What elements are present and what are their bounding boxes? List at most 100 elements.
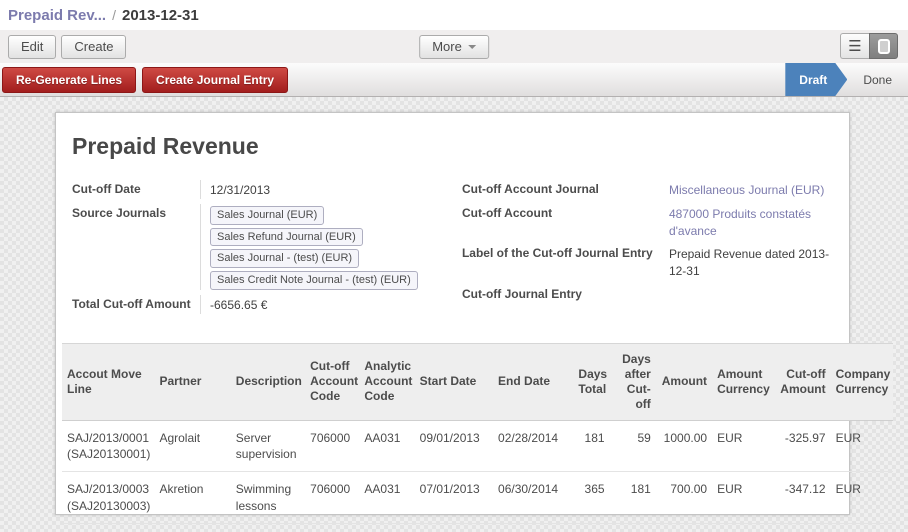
column-header: Company Currency bbox=[831, 343, 893, 420]
form-sheet: Prepaid Revenue Cut-off Date12/31/2013So… bbox=[55, 112, 850, 515]
more-button-label: More bbox=[432, 39, 462, 54]
field-label: Total Cut-off Amount bbox=[72, 295, 200, 314]
field-label: Cut-off Date bbox=[72, 180, 200, 199]
breadcrumb: Prepaid Rev... / 2013-12-31 bbox=[0, 0, 908, 30]
page-background: Prepaid Revenue Cut-off Date12/31/2013So… bbox=[0, 97, 908, 532]
field-value bbox=[660, 285, 833, 302]
table-cell: SAJ/2013/0001 (SAJ20130001) bbox=[62, 420, 154, 471]
table-cell: 07/01/2013 bbox=[415, 472, 493, 523]
field-group-left: Cut-off Date12/31/2013Source JournalsSal… bbox=[72, 180, 448, 319]
list-icon: ☰ bbox=[848, 39, 861, 54]
field-row: Cut-off Date12/31/2013 bbox=[72, 180, 448, 199]
table-cell: AA031 bbox=[359, 472, 414, 523]
column-header: Cut-off Account Code bbox=[305, 343, 359, 420]
lines-table-wrap: Accout Move LinePartnerDescriptionCut-of… bbox=[62, 343, 893, 532]
edit-button[interactable]: Edit bbox=[8, 35, 56, 59]
field-value: -6656.65 € bbox=[200, 295, 448, 314]
field-label: Source Journals bbox=[72, 204, 200, 290]
field-label: Label of the Cut-off Journal Entry bbox=[462, 244, 660, 280]
table-cell: 706000 bbox=[305, 420, 359, 471]
breadcrumb-parent-link[interactable]: Prepaid Rev... bbox=[8, 7, 106, 24]
toolbar: Edit Create More ☰ bbox=[0, 30, 908, 63]
table-cell: AA034 bbox=[359, 523, 414, 532]
table-cell: 181 bbox=[573, 420, 609, 471]
field-row: Source JournalsSales Journal (EUR)Sales … bbox=[72, 204, 448, 290]
table-cell: 02/28/2014 bbox=[493, 420, 573, 471]
regenerate-lines-button[interactable]: Re-Generate Lines bbox=[2, 67, 136, 93]
field-label: Cut-off Account Journal bbox=[462, 180, 660, 199]
breadcrumb-separator: / bbox=[112, 7, 116, 23]
journal-tag: Sales Journal - (test) (EUR) bbox=[210, 249, 359, 268]
column-header: Cut-off Amount bbox=[772, 343, 830, 420]
column-header: Accout Move Line bbox=[62, 343, 154, 420]
table-cell: 365 bbox=[573, 523, 609, 532]
table-cell: 59 bbox=[610, 420, 656, 471]
table-cell: 10/01/2013 bbox=[415, 523, 493, 532]
form-view-button[interactable] bbox=[869, 33, 898, 59]
field-row: Cut-off Account JournalMiscellaneous Jou… bbox=[462, 180, 833, 199]
column-header: End Date bbox=[493, 343, 573, 420]
field-label: Cut-off Journal Entry bbox=[462, 285, 660, 302]
action-bar: Re-Generate Lines Create Journal Entry D… bbox=[0, 63, 908, 97]
account-move-lines-table: Accout Move LinePartnerDescriptionCut-of… bbox=[62, 343, 893, 532]
field-row: Cut-off Journal Entry bbox=[462, 285, 833, 302]
field-row: Label of the Cut-off Journal EntryPrepai… bbox=[462, 244, 833, 280]
table-cell: -347.12 bbox=[772, 472, 830, 523]
form-icon bbox=[878, 39, 890, 54]
column-header: Start Date bbox=[415, 343, 493, 420]
view-switcher: ☰ bbox=[840, 33, 898, 59]
journal-tag: Sales Credit Note Journal - (test) (EUR) bbox=[210, 271, 418, 290]
table-cell: 1000.00 bbox=[656, 420, 712, 471]
table-cell: EUR bbox=[831, 472, 893, 523]
table-row[interactable]: SAJ/2013/0002 (SAJ20130002)CamptocampMai… bbox=[62, 523, 893, 532]
create-button[interactable]: Create bbox=[61, 35, 126, 59]
table-cell: EUR bbox=[831, 420, 893, 471]
field-value: 12/31/2013 bbox=[200, 180, 448, 199]
create-journal-entry-button[interactable]: Create Journal Entry bbox=[142, 67, 288, 93]
page-title: Prepaid Revenue bbox=[72, 133, 833, 160]
table-cell: Swimming lessons bbox=[231, 472, 305, 523]
table-cell: SAJ/2013/0003 (SAJ20130003) bbox=[62, 472, 154, 523]
tag-list: Sales Journal (EUR) Sales Refund Journal … bbox=[210, 206, 448, 290]
journal-tag: Sales Refund Journal (EUR) bbox=[210, 228, 363, 247]
field-row: Total Cut-off Amount-6656.65 € bbox=[72, 295, 448, 314]
table-header-row: Accout Move LinePartnerDescriptionCut-of… bbox=[62, 343, 893, 420]
status-step-draft[interactable]: Draft bbox=[785, 63, 847, 96]
table-cell: 700.00 bbox=[656, 472, 712, 523]
statusbar: DraftDone bbox=[785, 63, 908, 96]
breadcrumb-current: 2013-12-31 bbox=[122, 7, 199, 24]
column-header: Amount Currency bbox=[712, 343, 772, 420]
table-cell: Agrolait bbox=[154, 420, 230, 471]
field-value: Prepaid Revenue dated 2013-12-31 bbox=[660, 244, 833, 280]
table-cell: Server supervision bbox=[231, 420, 305, 471]
column-header: Analytic Account Code bbox=[359, 343, 414, 420]
column-header: Amount bbox=[656, 343, 712, 420]
table-cell: Camptocamp bbox=[154, 523, 230, 532]
table-cell: 273 bbox=[610, 523, 656, 532]
table-cell: -325.97 bbox=[772, 420, 830, 471]
table-row[interactable]: SAJ/2013/0001 (SAJ20130001)AgrolaitServe… bbox=[62, 420, 893, 471]
journal-tag: Sales Journal (EUR) bbox=[210, 206, 324, 225]
more-button[interactable]: More bbox=[419, 35, 489, 59]
column-header: Days Total bbox=[573, 343, 609, 420]
field-row: Cut-off Account487000 Produits constatés… bbox=[462, 204, 833, 240]
table-cell: -5983.56 bbox=[772, 523, 830, 532]
field-value-link[interactable]: Miscellaneous Journal (EUR) bbox=[660, 180, 833, 199]
table-cell: 8000.00 bbox=[656, 523, 712, 532]
table-cell: Maintenance contract bbox=[231, 523, 305, 532]
column-header: Description bbox=[231, 343, 305, 420]
table-cell: 09/01/2013 bbox=[415, 420, 493, 471]
table-cell: 365 bbox=[573, 472, 609, 523]
table-row[interactable]: SAJ/2013/0003 (SAJ20130003)AkretionSwimm… bbox=[62, 472, 893, 523]
table-cell: 706000 bbox=[305, 523, 359, 532]
status-step-done[interactable]: Done bbox=[847, 63, 908, 96]
field-label: Cut-off Account bbox=[462, 204, 660, 240]
table-cell: EUR bbox=[831, 523, 893, 532]
table-cell: SAJ/2013/0002 (SAJ20130002) bbox=[62, 523, 154, 532]
field-group-right: Cut-off Account JournalMiscellaneous Jou… bbox=[462, 180, 833, 319]
field-value-link[interactable]: 487000 Produits constatés d'avance bbox=[660, 204, 833, 240]
list-view-button[interactable]: ☰ bbox=[840, 33, 869, 59]
table-cell: 06/30/2014 bbox=[493, 472, 573, 523]
caret-down-icon bbox=[468, 45, 476, 49]
column-header: Days after Cut-off bbox=[610, 343, 656, 420]
